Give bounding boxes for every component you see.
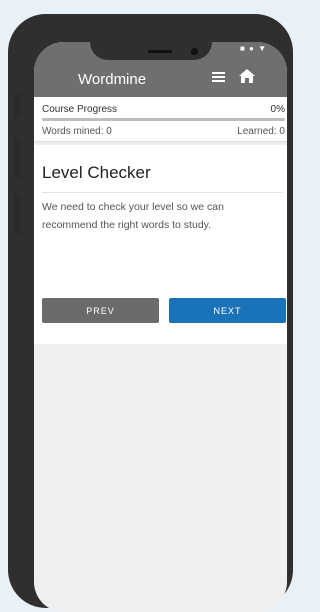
status-icons: ■ ● ▼	[240, 44, 268, 53]
phone-screen: ■ ● ▼ Wordmine Course Progress 0% Words …	[34, 42, 287, 612]
card-text: We need to check your level so we can re…	[42, 201, 224, 231]
learned-count: Learned: 0	[237, 126, 285, 137]
course-progress-panel: Course Progress 0% Words mined: 0 Learne…	[34, 97, 287, 142]
phone-frame: ■ ● ▼ Wordmine Course Progress 0% Words …	[8, 14, 293, 612]
words-mined: Words mined: 0	[42, 126, 112, 137]
phone-side-button-bottom	[14, 194, 20, 234]
app-title: Wordmine	[78, 71, 147, 88]
home-icon[interactable]	[239, 69, 255, 88]
speaker	[148, 50, 172, 53]
progress-percent: 0%	[270, 104, 285, 115]
phone-side-button-middle	[14, 138, 20, 178]
phone-notch	[90, 42, 212, 60]
progress-stats: Words mined: 0 Learned: 0	[42, 126, 285, 137]
divider	[42, 192, 283, 193]
progress-header: Course Progress 0%	[42, 104, 285, 115]
level-checker-card: Level Checker We need to check your leve…	[34, 145, 287, 344]
camera	[191, 48, 198, 55]
menu-icon[interactable]	[212, 72, 225, 82]
progress-label: Course Progress	[42, 104, 118, 115]
app-bar: ■ ● ▼ Wordmine	[34, 42, 287, 97]
progress-bar	[42, 118, 285, 121]
card-title: Level Checker	[42, 163, 151, 182]
prev-button[interactable]: PREV	[42, 298, 159, 323]
next-button[interactable]: NEXT	[169, 298, 286, 323]
phone-side-button-top	[14, 94, 20, 118]
